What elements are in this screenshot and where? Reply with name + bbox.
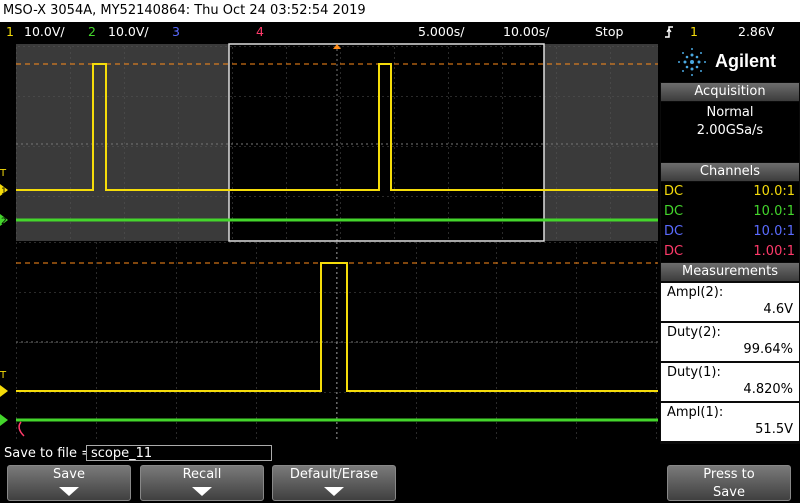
acquisition-mode: Normal	[706, 105, 754, 120]
channel-2-coupling: DC	[664, 204, 684, 219]
channel-4-coupling: DC	[664, 244, 684, 259]
down-arrow-icon	[59, 487, 79, 496]
trigger-channel[interactable]: 1	[690, 22, 698, 42]
softkey-bar: Save Recall Default/Erase Press to Save	[0, 463, 800, 503]
acquisition-rate: 2.00GSa/s	[696, 123, 764, 138]
measurement-3-value: 4.820%	[743, 382, 793, 397]
channel-2-ratio: 10.0:1	[753, 204, 795, 219]
zoom-timebase-window	[16, 242, 658, 442]
waveform-display[interactable]: T 1 2 T	[0, 42, 660, 444]
channel-1-coupling: DC	[664, 184, 684, 199]
main-timebase-window	[16, 43, 658, 242]
measurement-1: Ampl(2): 4.6V	[661, 283, 799, 321]
measurement-1-label: Ampl(2):	[667, 285, 724, 300]
ch1-number[interactable]: 1	[6, 22, 14, 42]
channels-header: Channels	[661, 163, 799, 181]
measurement-4-value: 51.5V	[755, 422, 793, 437]
down-arrow-icon	[324, 487, 344, 496]
press-to-save-softkey[interactable]: Press to Save	[667, 465, 791, 501]
ch1-ground-label: 1	[1, 187, 7, 197]
timebase-zoom[interactable]: 5.000s/	[418, 22, 465, 42]
channel-row-3: DC 10.0:1	[661, 222, 799, 242]
agilent-spark-icon	[678, 48, 706, 76]
brand-name: Agilent	[715, 51, 776, 71]
measurement-2-label: Duty(2):	[667, 325, 721, 340]
run-state[interactable]: Stop	[595, 22, 623, 42]
ch2-ground-label: 2	[1, 217, 7, 227]
acquisition-header: Acquisition	[661, 83, 799, 101]
acquisition-section: Normal 2.00GSa/s	[661, 102, 799, 162]
trigger-marker-upper: T	[0, 168, 7, 179]
channel-row-1: DC 10.0:1	[661, 182, 799, 202]
channel-3-ratio: 10.0:1	[753, 224, 795, 239]
measurement-2: Duty(2): 99.64%	[661, 323, 799, 361]
down-arrow-icon	[192, 487, 212, 496]
channel-3-coupling: DC	[664, 224, 684, 239]
default-erase-softkey-label: Default/Erase	[289, 467, 379, 482]
channels-section: DC 10.0:1 DC 10.0:1 DC 10.0:1 DC 1.00:1	[661, 182, 799, 262]
main-grid	[16, 44, 658, 241]
trigger-marker-lower: T	[0, 370, 7, 381]
ch2-scale[interactable]: 10.0V/	[108, 22, 149, 42]
measurement-3-label: Duty(1):	[667, 365, 721, 380]
channel-row-4: DC 1.00:1	[661, 242, 799, 262]
recall-softkey-label: Recall	[182, 467, 222, 482]
brand-logo: Agilent	[660, 42, 800, 82]
press-to-label: Press to	[703, 467, 755, 482]
measurements-header: Measurements	[661, 263, 799, 281]
default-erase-softkey[interactable]: Default/Erase	[272, 465, 396, 501]
ch1-ground-marker-zoom[interactable]	[0, 385, 8, 397]
ground-markers: T 1 2 T	[0, 168, 8, 426]
save-filename-field[interactable]: scope_11	[86, 445, 272, 461]
measurement-3: Duty(1): 4.820%	[661, 363, 799, 401]
recall-softkey[interactable]: Recall	[140, 465, 264, 501]
channel-status-bar: 1 10.0V/ 2 10.0V/ 3 4 5.000s/ 10.00s/ St…	[0, 22, 800, 42]
ch4-number[interactable]: 4	[256, 22, 264, 42]
info-panel: Agilent Acquisition Normal 2.00GSa/s Cha…	[660, 42, 800, 444]
measurement-4: Ampl(1): 51.5V	[661, 403, 799, 441]
save-softkey[interactable]: Save	[7, 465, 131, 501]
ch2-number[interactable]: 2	[88, 22, 96, 42]
measurement-2-value: 99.64%	[743, 342, 793, 357]
timebase-main[interactable]: 10.00s/	[503, 22, 550, 42]
channel-row-2: DC 10.0:1	[661, 202, 799, 222]
ch3-number[interactable]: 3	[172, 22, 180, 42]
channel-4-ratio: 1.00:1	[753, 244, 795, 259]
save-to-file-bar: Save to file = scope_11	[0, 444, 800, 463]
ch2-ground-marker-zoom[interactable]	[0, 414, 8, 426]
press-save-label: Save	[713, 485, 745, 500]
window-title: MSO-X 3054A, MY52140864: Thu Oct 24 03:5…	[0, 0, 800, 22]
save-softkey-label: Save	[53, 467, 85, 482]
trigger-level[interactable]: 2.86V	[738, 22, 774, 42]
measurement-1-value: 4.6V	[763, 302, 793, 317]
channel-1-ratio: 10.0:1	[753, 184, 795, 199]
measurement-4-label: Ampl(1):	[667, 405, 724, 420]
ch1-scale[interactable]: 10.0V/	[24, 22, 65, 42]
save-to-file-label: Save to file =	[4, 446, 93, 461]
